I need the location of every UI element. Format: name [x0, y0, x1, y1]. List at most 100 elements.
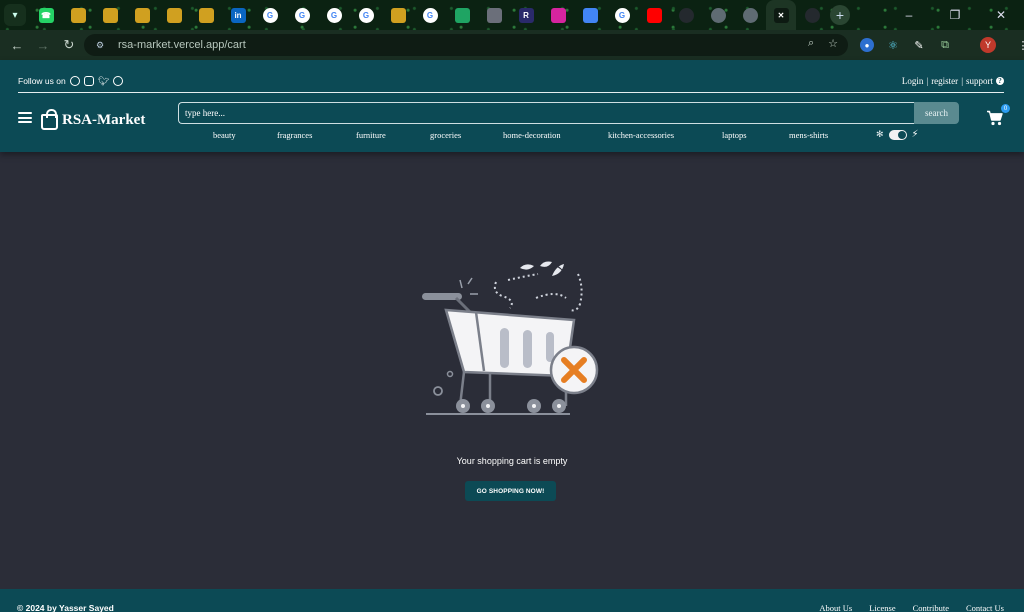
- browser-tab[interactable]: [382, 0, 414, 30]
- globe-icon: [710, 7, 726, 23]
- cart-button[interactable]: 0: [986, 104, 1010, 126]
- address-bar[interactable]: ⚙ rsa-market.vercel.app/cart ⌕ ☆: [84, 34, 848, 56]
- tab-icon: [166, 7, 182, 23]
- help-icon[interactable]: ?: [996, 76, 1004, 85]
- extensions-row: ● ⚛ ✎ ⧉ Y ⋮: [860, 30, 1024, 60]
- category-link[interactable]: groceries: [430, 130, 461, 140]
- bolt-icon: ⚡︎: [911, 129, 919, 140]
- empty-cart-message: Your shopping cart is empty: [456, 456, 568, 466]
- browser-tab[interactable]: in: [222, 0, 254, 30]
- footer-link-license[interactable]: License: [869, 603, 895, 612]
- browser-tab[interactable]: G: [318, 0, 350, 30]
- extensions-puzzle-icon[interactable]: ⧉: [938, 38, 952, 52]
- new-tab-button[interactable]: +: [830, 5, 850, 25]
- back-button[interactable]: ←: [4, 38, 30, 53]
- browser-tab[interactable]: G: [286, 0, 318, 30]
- browser-tab[interactable]: ✕: [766, 0, 796, 30]
- category-link[interactable]: beauty: [213, 130, 236, 140]
- browser-tab[interactable]: [446, 0, 478, 30]
- footer-link-contribute[interactable]: Contribute: [913, 603, 949, 612]
- tab-search-dropdown[interactable]: ▾: [4, 4, 26, 26]
- browser-tab[interactable]: [478, 0, 510, 30]
- google-icon: G: [614, 7, 630, 23]
- profile-avatar[interactable]: Y: [980, 37, 996, 53]
- category-link[interactable]: furniture: [356, 130, 386, 140]
- google-icon: G: [262, 7, 278, 23]
- browser-tab[interactable]: [796, 0, 828, 30]
- browser-tab[interactable]: G: [254, 0, 286, 30]
- social-links: Follow us on 🐦︎: [18, 75, 124, 86]
- color-picker-icon[interactable]: ✎: [912, 38, 926, 52]
- register-link[interactable]: register: [931, 76, 958, 86]
- close-window-button[interactable]: ✕: [978, 8, 1024, 22]
- browser-menu-icon[interactable]: ⋮: [1016, 38, 1024, 52]
- forward-button[interactable]: →: [30, 38, 56, 53]
- support-link[interactable]: support: [966, 76, 993, 86]
- cart-icon: [987, 110, 1003, 126]
- login-link[interactable]: Login: [902, 76, 924, 86]
- browser-tab[interactable]: G: [606, 0, 638, 30]
- react-devtools-icon[interactable]: ⚛: [886, 38, 900, 52]
- browser-tab[interactable]: [62, 0, 94, 30]
- drive-icon: [454, 7, 470, 23]
- browser-tab[interactable]: [638, 0, 670, 30]
- search-button[interactable]: search: [914, 102, 959, 124]
- browser-tab[interactable]: [670, 0, 702, 30]
- go-shopping-button[interactable]: GO SHOPPING NOW!: [465, 481, 556, 501]
- restore-button[interactable]: ❐: [932, 8, 978, 22]
- browser-tab[interactable]: [702, 0, 734, 30]
- browser-tab[interactable]: R: [510, 0, 542, 30]
- browser-tab[interactable]: [542, 0, 574, 30]
- search-input[interactable]: [178, 102, 914, 124]
- footer-link-contact[interactable]: Contact Us: [966, 603, 1004, 612]
- category-link[interactable]: mens-shirts: [789, 130, 828, 140]
- dark-mode-switch[interactable]: [888, 129, 907, 140]
- sun-icon: ✻: [876, 129, 884, 139]
- bookmark-star-icon[interactable]: ☆: [828, 37, 838, 50]
- github-icon: [678, 7, 694, 23]
- category-link[interactable]: kitchen-accessories: [608, 130, 674, 140]
- category-link[interactable]: home-decoration: [503, 130, 561, 140]
- browser-tab[interactable]: [574, 0, 606, 30]
- tab-icon: [134, 7, 150, 23]
- facebook-icon[interactable]: [69, 75, 80, 86]
- browser-tab[interactable]: [158, 0, 190, 30]
- zoom-icon[interactable]: ⌕: [808, 37, 814, 50]
- site-header: Follow us on 🐦︎ Login | register | suppo…: [0, 60, 1024, 152]
- window-controls: – ❐ ✕: [886, 0, 1024, 30]
- globe-icon: [742, 7, 758, 23]
- openai-icon: [486, 7, 502, 23]
- browser-tab[interactable]: [190, 0, 222, 30]
- footer-link-about[interactable]: About Us: [819, 603, 852, 612]
- hamburger-menu-icon[interactable]: [18, 112, 32, 123]
- empty-cart-illustration: [422, 261, 599, 415]
- instagram-icon[interactable]: [83, 75, 94, 86]
- twitter-icon[interactable]: 🐦︎: [98, 76, 109, 86]
- browser-tab[interactable]: [94, 0, 126, 30]
- reload-button[interactable]: ↻: [56, 37, 82, 53]
- brand-logo[interactable]: RSA-Market: [41, 109, 146, 130]
- category-link[interactable]: laptops: [722, 130, 747, 140]
- translate-icon: [582, 7, 598, 23]
- google-icon: G: [422, 7, 438, 23]
- browser-tab[interactable]: [126, 0, 158, 30]
- whatsapp-icon: ☎: [38, 7, 54, 23]
- url-text: rsa-market.vercel.app/cart: [118, 39, 246, 51]
- minimize-button[interactable]: –: [886, 8, 932, 22]
- close-icon: ✕: [773, 7, 789, 23]
- footer-links: About Us License Contribute Contact Us: [819, 603, 1004, 612]
- youtube-icon: [646, 7, 662, 23]
- browser-toolbar: ← → ↻ ⚙ rsa-market.vercel.app/cart ⌕ ☆ ●…: [0, 30, 1024, 60]
- browser-tab[interactable]: [734, 0, 766, 30]
- browser-tab[interactable]: G: [414, 0, 446, 30]
- category-link[interactable]: fragrances: [277, 130, 312, 140]
- brand-name: RSA-Market: [62, 111, 146, 128]
- github-icon[interactable]: [113, 75, 124, 86]
- tab-icon: [102, 7, 118, 23]
- browser-tab[interactable]: G: [350, 0, 382, 30]
- google-icon: G: [358, 7, 374, 23]
- site-info-icon[interactable]: ⚙: [92, 38, 108, 52]
- browser-tab[interactable]: ☎: [30, 0, 62, 30]
- extension-icon[interactable]: ●: [860, 38, 874, 52]
- tab-icon: [390, 7, 406, 23]
